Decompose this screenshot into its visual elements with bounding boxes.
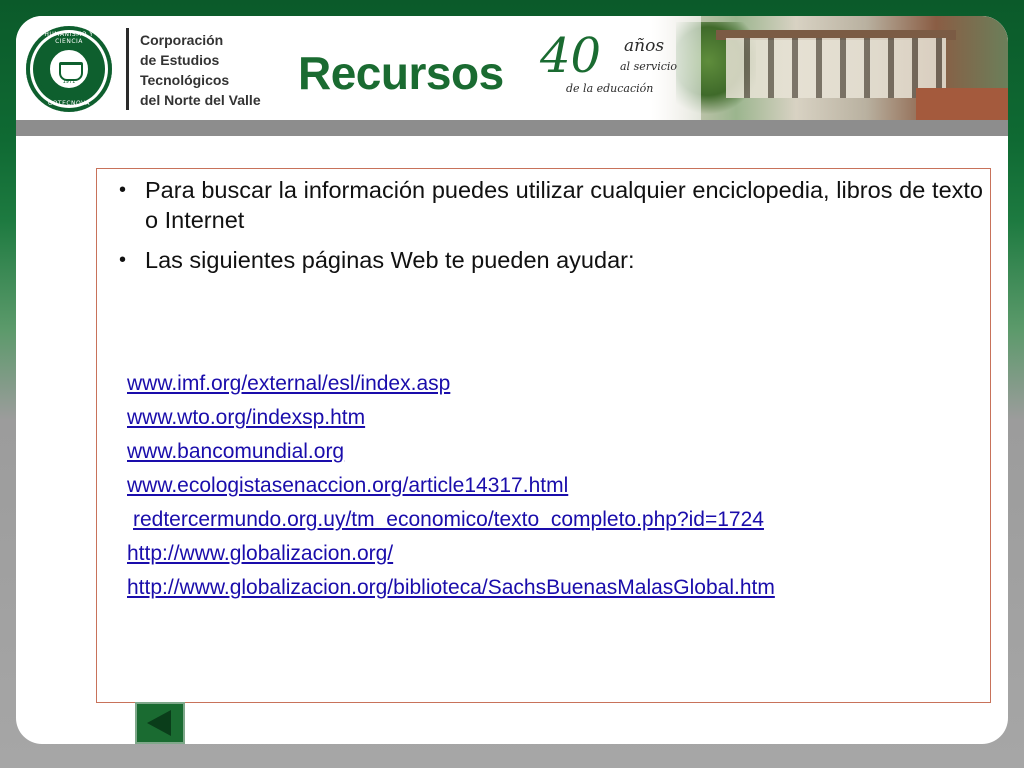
header: HUMANISMO Y CIENCIA 1971 COTECNOVA Corpo… <box>16 16 1008 120</box>
back-button[interactable] <box>135 702 185 744</box>
cotecnova-seal-logo: HUMANISMO Y CIENCIA 1971 COTECNOVA <box>26 26 112 112</box>
seal-bottom-text: COTECNOVA <box>48 100 90 107</box>
building-photo <box>726 38 946 98</box>
header-divider-band <box>16 120 1008 136</box>
content-box: • Para buscar la información puedes util… <box>96 168 991 703</box>
bullet-item: • Las siguientes páginas Web te pueden a… <box>105 245 983 275</box>
anniversary-number: 40 <box>540 28 602 84</box>
anniversary-educacion: de la educación <box>566 82 654 95</box>
bullet-item: • Para buscar la información puedes util… <box>105 175 983 235</box>
anniversary-banner: 40 años al servicio de la educación <box>536 16 1008 120</box>
link-ecologistas[interactable]: www.ecologistasenaccion.org/article14317… <box>127 469 987 503</box>
logo-divider <box>126 28 129 110</box>
org-name-line: Corporación <box>140 32 224 48</box>
seal-center: 1971 <box>48 48 90 90</box>
seal-year: 1971 <box>62 79 76 85</box>
anniversary-servicio: al servicio <box>620 60 678 73</box>
anniversary-anos: años <box>624 36 665 56</box>
seal-top-text: HUMANISMO Y CIENCIA <box>44 31 94 45</box>
link-bancomundial[interactable]: www.bancomundial.org <box>127 435 987 469</box>
bullet-text: Las siguientes páginas Web te pueden ayu… <box>145 247 635 273</box>
link-list: www.imf.org/external/esl/index.asp www.w… <box>127 367 987 605</box>
bullet-dot-icon: • <box>119 179 127 201</box>
link-redtercermundo[interactable]: redtercermundo.org.uy/tm_economico/texto… <box>127 503 987 537</box>
link-globalizacion[interactable]: http://www.globalizacion.org/ <box>127 537 987 571</box>
bullet-text: Para buscar la información puedes utiliz… <box>145 177 983 233</box>
org-name-line: Tecnológicos <box>140 72 230 88</box>
slide-title: Recursos <box>298 47 504 99</box>
organization-name: Corporación de Estudios Tecnológicos del… <box>140 30 261 110</box>
triangle-left-icon <box>147 710 171 736</box>
bullet-dot-icon: • <box>119 249 127 271</box>
link-wto[interactable]: www.wto.org/indexsp.htm <box>127 401 987 435</box>
link-imf[interactable]: www.imf.org/external/esl/index.asp <box>127 367 987 401</box>
org-name-line: de Estudios <box>140 52 220 68</box>
corridor-floor-photo <box>916 88 1008 120</box>
org-name-line: del Norte del Valle <box>140 92 261 108</box>
slide: HUMANISMO Y CIENCIA 1971 COTECNOVA Corpo… <box>16 16 1008 744</box>
bullet-list: • Para buscar la información puedes util… <box>105 175 983 285</box>
link-globalizacion-biblioteca[interactable]: http://www.globalizacion.org/biblioteca/… <box>127 571 987 605</box>
